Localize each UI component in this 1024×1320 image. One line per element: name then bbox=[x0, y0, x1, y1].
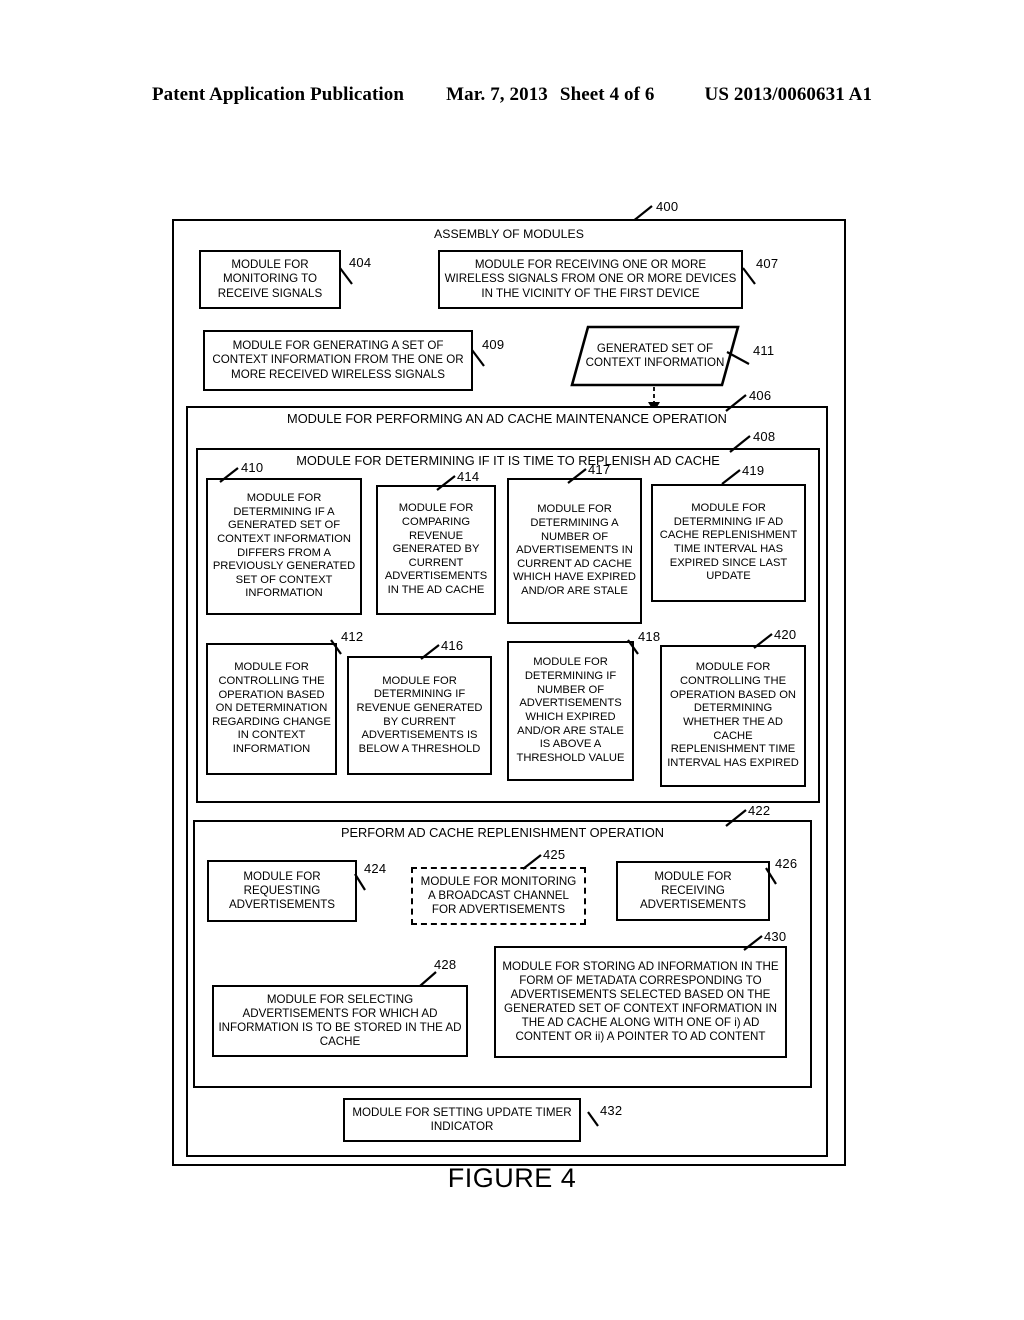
data-411-label: GENERATED SET OF CONTEXT INFORMATION bbox=[585, 341, 725, 369]
module-420-controlling-based-on-interval-expired[interactable]: MODULE FOR CONTROLLING THE OPERATION BAS… bbox=[660, 645, 806, 787]
ref-label-408: 408 bbox=[753, 429, 776, 444]
module-418-label: MODULE FOR DETERMINING IF NUMBER OF ADVE… bbox=[516, 656, 625, 764]
module-420-label: MODULE FOR CONTROLLING THE OPERATION BAS… bbox=[667, 661, 799, 769]
module-430-storing-ad-information[interactable]: MODULE FOR STORING AD INFORMATION IN THE… bbox=[494, 946, 787, 1058]
module-430-label: MODULE FOR STORING AD INFORMATION IN THE… bbox=[502, 959, 779, 1044]
ref-label-419: 419 bbox=[742, 463, 765, 478]
ref-label-426: 426 bbox=[775, 856, 798, 871]
ref-label-430: 430 bbox=[764, 929, 787, 944]
module-410-determining-context-differs[interactable]: MODULE FOR DETERMINING IF A GENERATED SE… bbox=[206, 478, 362, 615]
ref-label-414: 414 bbox=[457, 469, 480, 484]
ref-label-416: 416 bbox=[441, 638, 464, 653]
module-416-determining-revenue-below-threshold[interactable]: MODULE FOR DETERMINING IF REVENUE GENERA… bbox=[347, 656, 492, 775]
module-417-determining-number-expired[interactable]: MODULE FOR DETERMINING A NUMBER OF ADVER… bbox=[507, 478, 642, 624]
assembly-of-modules-title: ASSEMBLY OF MODULES bbox=[434, 227, 584, 241]
ref-label-417: 417 bbox=[588, 462, 611, 477]
ref-label-418: 418 bbox=[638, 629, 661, 644]
module-418-determining-expired-above-threshold[interactable]: MODULE FOR DETERMINING IF NUMBER OF ADVE… bbox=[507, 641, 634, 781]
module-432-setting-update-timer-indicator[interactable]: MODULE FOR SETTING UPDATE TIMER INDICATO… bbox=[343, 1098, 581, 1142]
module-414-comparing-revenue[interactable]: MODULE FOR COMPARING REVENUE GENERATED B… bbox=[376, 485, 496, 615]
module-409-label: MODULE FOR GENERATING A SET OF CONTEXT I… bbox=[212, 339, 464, 381]
module-409-generating-context-information[interactable]: MODULE FOR GENERATING A SET OF CONTEXT I… bbox=[203, 330, 473, 391]
ref-label-407: 407 bbox=[756, 256, 779, 271]
ref-label-409: 409 bbox=[482, 337, 505, 352]
module-410-label: MODULE FOR DETERMINING IF A GENERATED SE… bbox=[212, 491, 356, 600]
module-406-label: MODULE FOR PERFORMING AN AD CACHE MAINTE… bbox=[287, 411, 727, 426]
ref-label-406: 406 bbox=[749, 388, 772, 403]
ref-label-422: 422 bbox=[748, 803, 771, 818]
ref-label-404: 404 bbox=[349, 255, 372, 270]
module-412-label: MODULE FOR CONTROLLING THE OPERATION BAS… bbox=[212, 661, 331, 756]
module-432-label: MODULE FOR SETTING UPDATE TIMER INDICATO… bbox=[352, 1105, 572, 1133]
module-414-label: MODULE FOR COMPARING REVENUE GENERATED B… bbox=[384, 502, 488, 597]
module-404-label: MODULE FOR MONITORING TO RECEIVE SIGNALS bbox=[217, 258, 323, 300]
data-411-generated-set-of-context-information: GENERATED SET OF CONTEXT INFORMATION bbox=[570, 325, 740, 387]
module-408-label: MODULE FOR DETERMINING IF IT IS TIME TO … bbox=[296, 453, 720, 468]
module-422-label: PERFORM AD CACHE REPLENISHMENT OPERATION bbox=[340, 825, 665, 840]
module-404-monitoring-receive-signals[interactable]: MODULE FOR MONITORING TO RECEIVE SIGNALS bbox=[199, 250, 341, 309]
ref-label-432: 432 bbox=[600, 1103, 623, 1118]
figure-caption: FIGURE 4 bbox=[447, 1163, 577, 1193]
module-426-label: MODULE FOR RECEIVING ADVERTISEMENTS bbox=[639, 869, 747, 912]
page-header: Patent Application Publication Mar. 7, 20… bbox=[0, 84, 1024, 106]
module-419-determining-replenishment-interval-expired[interactable]: MODULE FOR DETERMINING IF AD CACHE REPLE… bbox=[651, 484, 806, 602]
module-424-requesting-advertisements[interactable]: MODULE FOR REQUESTING ADVERTISEMENTS bbox=[207, 860, 357, 922]
module-425-monitoring-broadcast-channel[interactable]: MODULE FOR MONITORING A BROADCAST CHANNE… bbox=[411, 867, 586, 925]
module-419-label: MODULE FOR DETERMINING IF AD CACHE REPLE… bbox=[659, 502, 798, 583]
ref-label-428: 428 bbox=[434, 957, 457, 972]
module-424-label: MODULE FOR REQUESTING ADVERTISEMENTS bbox=[228, 869, 336, 912]
module-407-label: MODULE FOR RECEIVING ONE OR MORE WIRELES… bbox=[444, 258, 737, 300]
module-417-label: MODULE FOR DETERMINING A NUMBER OF ADVER… bbox=[513, 503, 636, 598]
ref-label-400: 400 bbox=[656, 199, 679, 214]
publication-date: Mar. 7, 2013 bbox=[446, 84, 548, 105]
module-426-receiving-advertisements[interactable]: MODULE FOR RECEIVING ADVERTISEMENTS bbox=[616, 861, 770, 921]
ref-label-420: 420 bbox=[774, 627, 797, 642]
publication-title: Patent Application Publication bbox=[151, 84, 405, 105]
ref-label-410: 410 bbox=[241, 460, 264, 475]
ref-label-411: 411 bbox=[753, 343, 775, 358]
ref-label-412: 412 bbox=[341, 629, 364, 644]
ref-label-424: 424 bbox=[364, 861, 387, 876]
module-416-label: MODULE FOR DETERMINING IF REVENUE GENERA… bbox=[356, 674, 483, 755]
ref-label-425: 425 bbox=[543, 847, 566, 862]
module-428-label: MODULE FOR SELECTING ADVERTISEMENTS FOR … bbox=[218, 992, 462, 1049]
sheet-number: Sheet 4 of 6 bbox=[559, 84, 655, 105]
module-428-selecting-advertisements[interactable]: MODULE FOR SELECTING ADVERTISEMENTS FOR … bbox=[212, 985, 468, 1057]
module-407-receiving-wireless-signals[interactable]: MODULE FOR RECEIVING ONE OR MORE WIRELES… bbox=[438, 250, 743, 309]
patent-number: US 2013/0060631 A1 bbox=[704, 84, 873, 105]
module-425-label: MODULE FOR MONITORING A BROADCAST CHANNE… bbox=[420, 874, 577, 917]
module-412-controlling-based-on-context-change[interactable]: MODULE FOR CONTROLLING THE OPERATION BAS… bbox=[206, 643, 337, 775]
